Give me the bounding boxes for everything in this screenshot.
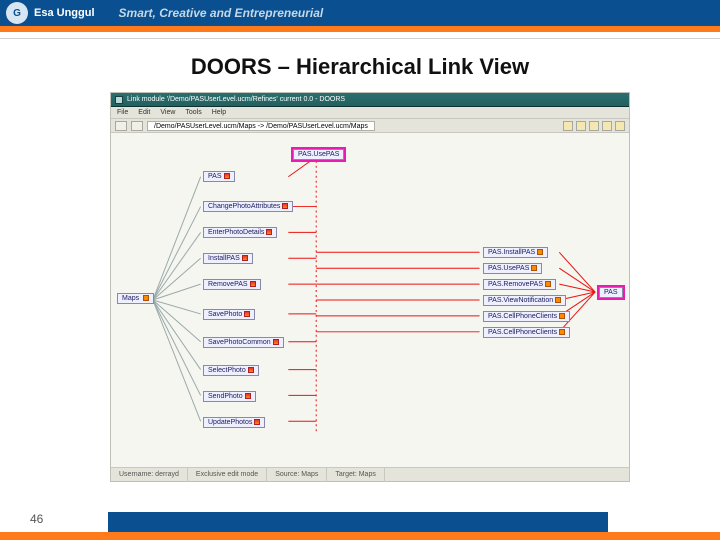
node-label: RemovePAS	[208, 281, 248, 288]
page-number: 46	[30, 512, 43, 526]
node-label: PAS.CellPhoneClients	[488, 329, 557, 336]
diagram-canvas[interactable]: Maps PAS.UsePAS PAS ChangePhotoAttribute…	[111, 133, 629, 467]
node-label: PAS.InstallPAS	[488, 249, 535, 256]
brand-logo-letter: G	[13, 8, 21, 19]
node-label: PAS.UsePAS	[488, 265, 529, 272]
node-mid[interactable]: ChangePhotoAttributes	[203, 201, 293, 212]
node-mid[interactable]: SavePhotoCommon	[203, 337, 284, 348]
node-label: SendPhoto	[208, 393, 243, 400]
menu-help[interactable]: Help	[212, 109, 226, 116]
link-out-icon	[143, 295, 149, 301]
header-accent-bar	[0, 26, 720, 32]
icon[interactable]	[615, 121, 625, 131]
doors-window: Link module '/Demo/PASUserLevel.ucm/Refi…	[110, 92, 630, 482]
status-source: Source: Maps	[267, 468, 327, 482]
node-label: PAS	[208, 173, 222, 180]
status-target: Target: Maps	[327, 468, 384, 482]
status-mode: Exclusive edit mode	[188, 468, 267, 482]
footer-accent-bar	[0, 532, 720, 540]
toolbar-right-icons	[563, 121, 625, 131]
brand-tagline: Smart, Creative and Entrepreneurial	[119, 6, 324, 20]
header-rule	[0, 38, 720, 39]
node-mid[interactable]: SendPhoto	[203, 391, 256, 402]
node-mid[interactable]: SavePhoto	[203, 309, 255, 320]
link-icon	[244, 311, 250, 317]
find-icon[interactable]	[563, 121, 573, 131]
slide: G Esa Unggul Smart, Creative and Entrepr…	[0, 0, 720, 540]
brand-name: Esa Unggul	[34, 7, 95, 19]
toolbar: /Demo/PASUserLevel.ucm/Maps -> /Demo/PAS…	[111, 119, 629, 133]
menu-file[interactable]: File	[117, 109, 128, 116]
node-label: InstallPAS	[208, 255, 240, 262]
link-icon	[266, 229, 272, 235]
link-icon	[250, 281, 256, 287]
footer-nav-stripe	[108, 512, 608, 532]
node-label: PAS.RemovePAS	[488, 281, 543, 288]
icon[interactable]	[589, 121, 599, 131]
node-label: PAS.ViewNotification	[488, 297, 553, 304]
icon[interactable]	[576, 121, 586, 131]
node-mid[interactable]: EnterPhotoDetails	[203, 227, 277, 238]
link-icon	[273, 339, 279, 345]
link-out-icon	[555, 297, 561, 303]
node-right[interactable]: PAS.CellPhoneClients	[483, 311, 570, 322]
window-titlebar: Link module '/Demo/PASUserLevel.ucm/Refi…	[111, 93, 629, 107]
node-mid[interactable]: UpdatePhotos	[203, 417, 265, 428]
link-out-icon	[559, 313, 565, 319]
link-icon	[248, 367, 254, 373]
node-right[interactable]: PAS.RemovePAS	[483, 279, 556, 290]
link-out-icon	[545, 281, 551, 287]
link-icon	[242, 255, 248, 261]
node-label: Maps	[122, 295, 139, 302]
icon[interactable]	[602, 121, 612, 131]
link-out-icon	[531, 265, 537, 271]
link-icon	[245, 393, 251, 399]
link-out-icon	[537, 249, 543, 255]
node-mid[interactable]: InstallPAS	[203, 253, 253, 264]
node-label: SavePhoto	[208, 311, 242, 318]
node-pas-right[interactable]: PAS	[599, 287, 623, 298]
slide-title: DOORS – Hierarchical Link View	[0, 54, 720, 80]
breadcrumb: /Demo/PASUserLevel.ucm/Maps -> /Demo/PAS…	[147, 121, 375, 131]
node-right[interactable]: PAS.CellPhoneClients	[483, 327, 570, 338]
app-icon	[115, 96, 123, 104]
link-out-icon	[559, 329, 565, 335]
link-icon	[282, 203, 288, 209]
brand-logo: G	[6, 2, 28, 24]
menu-tools[interactable]: Tools	[185, 109, 201, 116]
link-icon	[254, 419, 260, 425]
menu-edit[interactable]: Edit	[138, 109, 150, 116]
node-label: PAS	[604, 289, 618, 296]
header-bar: G Esa Unggul Smart, Creative and Entrepr…	[0, 0, 720, 26]
node-mid[interactable]: RemovePAS	[203, 279, 261, 290]
node-mid[interactable]: PAS	[203, 171, 235, 182]
node-label: EnterPhotoDetails	[208, 229, 264, 236]
node-right[interactable]: PAS.ViewNotification	[483, 295, 566, 306]
node-label: SavePhotoCommon	[208, 339, 271, 346]
node-pas-usepas-top[interactable]: PAS.UsePAS	[293, 149, 344, 160]
node-label: SelectPhoto	[208, 367, 246, 374]
link-icon	[224, 173, 230, 179]
node-label: UpdatePhotos	[208, 419, 252, 426]
toolbar-button[interactable]	[115, 121, 127, 131]
window-title-text: Link module '/Demo/PASUserLevel.ucm/Refi…	[127, 96, 345, 103]
node-label: PAS.CellPhoneClients	[488, 313, 557, 320]
menubar: File Edit View Tools Help	[111, 107, 629, 119]
node-right[interactable]: PAS.InstallPAS	[483, 247, 548, 258]
toolbar-button[interactable]	[131, 121, 143, 131]
node-label: PAS.UsePAS	[298, 151, 339, 158]
menu-view[interactable]: View	[160, 109, 175, 116]
node-label: ChangePhotoAttributes	[208, 203, 280, 210]
status-bar: Username: derrayd Exclusive edit mode So…	[111, 467, 629, 481]
node-root-maps[interactable]: Maps	[117, 293, 154, 304]
node-mid[interactable]: SelectPhoto	[203, 365, 259, 376]
node-right[interactable]: PAS.UsePAS	[483, 263, 542, 274]
status-user: Username: derrayd	[111, 468, 188, 482]
